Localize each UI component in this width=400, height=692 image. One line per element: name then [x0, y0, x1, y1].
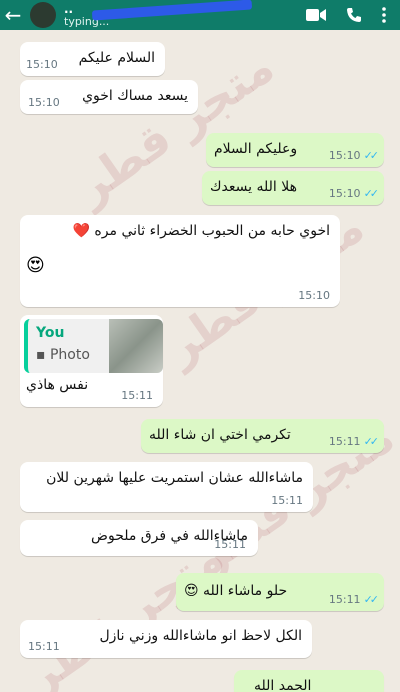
incoming-message[interactable]: You ▪ Photo نفس هاذي 15:11 — [20, 315, 163, 407]
message-time: 15:10 — [328, 187, 361, 200]
read-receipt-icon: ✓✓ — [363, 593, 380, 606]
outgoing-message[interactable]: تكرمي اختي ان شاء الله 15:11 ✓✓ — [141, 419, 384, 453]
message-text: يسعد مساك اخوي — [82, 88, 188, 104]
message-text: تكرمي اختي ان شاء الله — [149, 427, 291, 443]
outgoing-message[interactable]: الحمد الله — [234, 670, 384, 692]
quote-type-label: Photo — [49, 347, 90, 363]
message-text: حلو ماشاء الله 😍 — [184, 583, 288, 599]
quote-sender: You — [36, 325, 65, 341]
incoming-message[interactable]: ماشاءالله عشان استمريت عليها شهرين للان … — [20, 462, 313, 512]
message-time: 15:11 — [121, 389, 153, 402]
message-text: اخوي حابه من الحبوب الخضراء ثاني مره ❤️ — [72, 223, 330, 239]
heart-eyes-emoji: 😍 — [26, 255, 45, 276]
outgoing-message[interactable]: هلا الله يسعدك 15:10 ✓✓ — [202, 171, 384, 205]
message-time: 15:10 — [26, 58, 58, 71]
message-time: 15:10 — [298, 289, 330, 302]
message-text: هلا الله يسعدك — [210, 179, 297, 195]
more-options-icon[interactable] — [382, 7, 386, 23]
photo-thumbnail — [109, 319, 163, 373]
read-receipt-icon: ✓✓ — [363, 435, 380, 448]
incoming-message[interactable]: الكل لاحظ انو ماشاءالله وزني نازل 15:11 — [20, 620, 312, 658]
quoted-message[interactable]: You ▪ Photo — [24, 319, 163, 373]
message-text: الحمد الله — [254, 678, 312, 692]
message-text: وعليكم السلام — [214, 141, 298, 157]
voice-call-icon[interactable] — [346, 7, 362, 23]
video-call-icon[interactable] — [306, 8, 326, 22]
read-receipt-icon: ✓✓ — [363, 149, 380, 162]
message-text: ماشاءالله عشان استمريت عليها شهرين للان — [46, 470, 303, 486]
incoming-message[interactable]: السلام عليكم 15:10 — [20, 42, 165, 76]
photo-icon: ▪ — [36, 347, 46, 363]
message-time: 15:11 — [28, 640, 60, 653]
avatar[interactable] — [30, 2, 56, 28]
incoming-message[interactable]: اخوي حابه من الحبوب الخضراء ثاني مره ❤️ … — [20, 215, 340, 307]
outgoing-message[interactable]: وعليكم السلام 15:10 ✓✓ — [206, 133, 384, 167]
incoming-message[interactable]: ماشاءالله في فرق ملحوض 15:11 — [20, 520, 258, 556]
message-time: 15:10 — [328, 149, 361, 162]
message-text: نفس هاذي — [26, 377, 89, 393]
message-text: السلام عليكم — [78, 50, 155, 66]
quote-type: ▪ Photo — [36, 347, 90, 363]
chat-area[interactable]: متجر قطر متجر قطر متجر قطر متجر قطر السل… — [0, 30, 400, 692]
message-time: 15:11 — [271, 494, 303, 507]
incoming-message[interactable]: يسعد مساك اخوي 15:10 — [20, 80, 198, 114]
chat-header: ← .. typing... — [0, 0, 400, 30]
message-time: 15:11 — [328, 435, 361, 448]
read-receipt-icon: ✓✓ — [363, 187, 380, 200]
message-text: الكل لاحظ انو ماشاءالله وزني نازل — [99, 628, 302, 644]
message-time: 15:11 — [214, 538, 246, 551]
message-time: 15:10 — [28, 96, 60, 109]
message-time: 15:11 — [328, 593, 361, 606]
redaction-mark — [91, 0, 253, 21]
back-arrow-icon[interactable]: ← — [0, 0, 26, 30]
outgoing-message[interactable]: حلو ماشاء الله 😍 15:11 ✓✓ — [176, 573, 384, 611]
